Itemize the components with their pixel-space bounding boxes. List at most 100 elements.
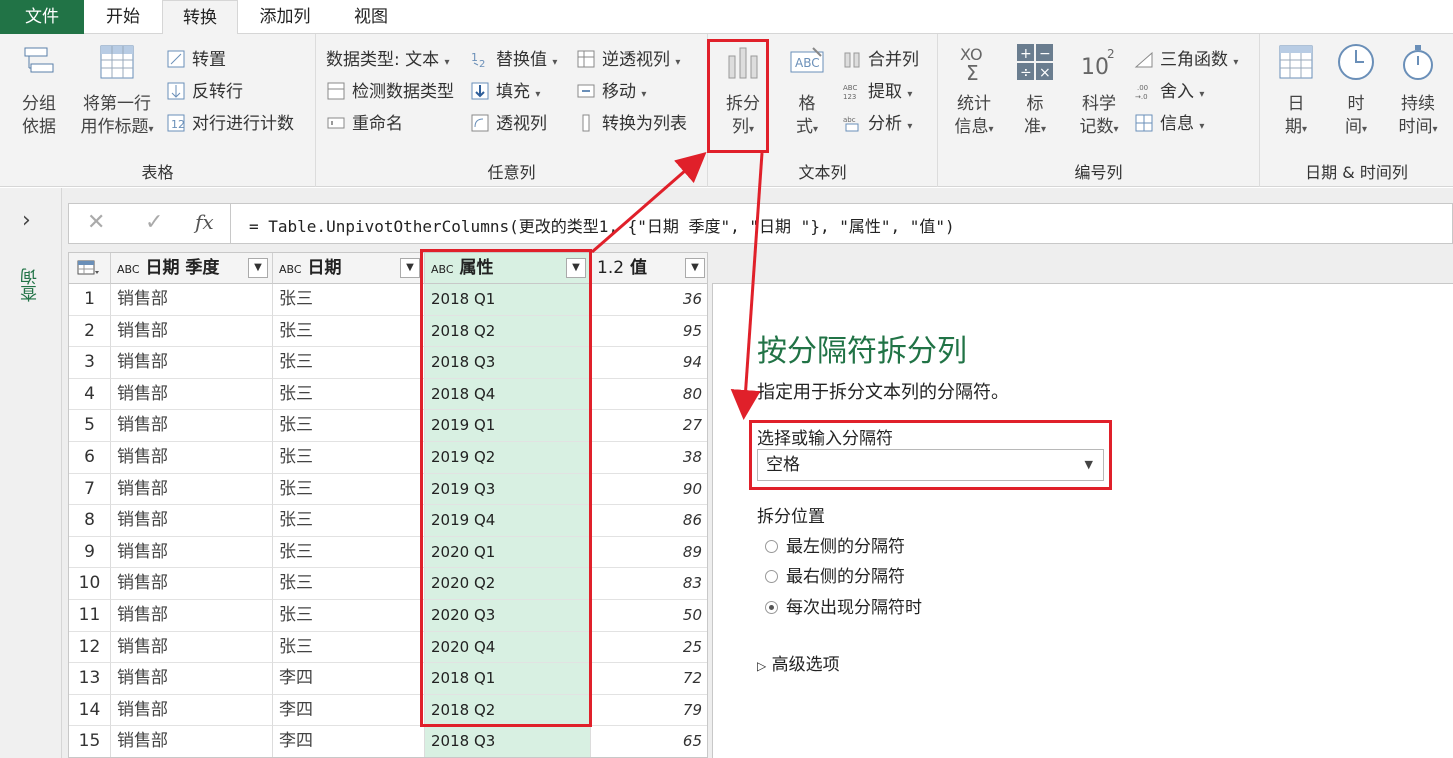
cell-value[interactable]: 38 <box>591 442 707 474</box>
row-number[interactable]: 3 <box>69 347 111 379</box>
merge-columns-button[interactable]: 合并列 <box>842 46 919 74</box>
cell-date[interactable]: 张三 <box>273 442 425 474</box>
cell-value[interactable]: 90 <box>591 474 707 506</box>
tab-transform[interactable]: 转换 <box>162 0 238 35</box>
row-number[interactable]: 2 <box>69 315 111 348</box>
row-number[interactable]: 8 <box>69 505 111 537</box>
data-type-dropdown[interactable]: 数据类型: 文本 ▾ <box>326 46 450 74</box>
cell-date-quarter[interactable]: 销售部 <box>111 284 273 316</box>
radio-each-occurrence[interactable]: 每次出现分隔符时 <box>765 593 922 618</box>
cell-value[interactable]: 80 <box>591 379 707 411</box>
tab-view[interactable]: 视图 <box>332 0 410 34</box>
column-header-attribute[interactable]: ABC 属性 ▼ <box>425 253 591 284</box>
cell-date[interactable]: 张三 <box>273 347 425 379</box>
count-rows-button[interactable]: 12 对行进行计数 <box>166 110 294 138</box>
cell-attribute[interactable]: 2018 Q2 <box>425 694 591 727</box>
row-number[interactable]: 12 <box>69 631 111 664</box>
row-number[interactable]: 11 <box>69 600 111 632</box>
cell-date[interactable]: 张三 <box>273 568 425 600</box>
filter-dropdown-icon[interactable]: ▼ <box>248 258 268 278</box>
cell-date[interactable]: 张三 <box>273 378 425 411</box>
reverse-rows-button[interactable]: 反转行 <box>166 78 243 106</box>
fill-button[interactable]: 填充 ▾ <box>470 78 540 106</box>
cell-date[interactable]: 张三 <box>273 315 425 348</box>
transpose-button[interactable]: 转置 <box>166 46 226 74</box>
column-header-date[interactable]: ABC 日期 ▼ <box>273 253 425 284</box>
cell-date-quarter[interactable]: 销售部 <box>111 410 273 442</box>
queries-pane-label[interactable]: 查询 <box>18 268 44 302</box>
cell-value[interactable]: 72 <box>591 663 707 695</box>
tab-home[interactable]: 开始 <box>84 0 162 34</box>
tab-add-column[interactable]: 添加列 <box>238 0 332 34</box>
cell-date-quarter[interactable]: 销售部 <box>111 347 273 379</box>
cell-date-quarter[interactable]: 销售部 <box>111 694 273 727</box>
move-button[interactable]: 移动 ▾ <box>576 78 646 106</box>
row-number[interactable]: 13 <box>69 663 111 695</box>
cell-attribute[interactable]: 2018 Q3 <box>425 726 591 757</box>
fx-icon[interactable]: fx <box>195 210 214 234</box>
cell-attribute[interactable]: 2018 Q1 <box>425 284 591 316</box>
extract-button[interactable]: ABC 123 提取 ▾ <box>842 78 912 106</box>
cell-attribute[interactable]: 2019 Q2 <box>425 442 591 474</box>
cell-attribute[interactable]: 2020 Q2 <box>425 568 591 600</box>
row-number[interactable]: 6 <box>69 442 111 474</box>
group-by-button[interactable]: 分组 依据 <box>10 42 68 139</box>
date-button[interactable]: 日 期▾ <box>1270 42 1322 141</box>
cell-attribute[interactable]: 2019 Q4 <box>425 505 591 537</box>
cell-date-quarter[interactable]: 销售部 <box>111 442 273 474</box>
split-column-button[interactable]: 拆分 列▾ <box>714 42 772 141</box>
cancel-icon[interactable]: ✕ <box>87 210 105 235</box>
delimiter-select[interactable]: 空格 ▼ <box>757 449 1104 481</box>
cell-attribute[interactable]: 2019 Q1 <box>425 410 591 442</box>
cell-date[interactable]: 李四 <box>273 726 425 757</box>
cell-value[interactable]: 83 <box>591 568 707 600</box>
cell-date-quarter[interactable]: 销售部 <box>111 315 273 348</box>
row-number[interactable]: 5 <box>69 410 111 442</box>
trig-button[interactable]: 三角函数 ▾ <box>1134 46 1238 74</box>
time-button[interactable]: 时 间▾ <box>1330 42 1382 141</box>
use-first-row-button[interactable]: 将第一行 用作标题▾ <box>72 42 162 141</box>
radio-rightmost[interactable]: 最右侧的分隔符 <box>765 562 905 587</box>
duration-button[interactable]: 持续 时间▾ <box>1388 42 1448 141</box>
filter-dropdown-icon[interactable]: ▼ <box>400 258 420 278</box>
cell-date[interactable]: 张三 <box>273 410 425 442</box>
cell-value[interactable]: 79 <box>591 695 707 727</box>
detect-type-button[interactable]: 检测数据类型 <box>326 78 454 106</box>
cell-date[interactable]: 张三 <box>273 600 425 632</box>
cell-date-quarter[interactable]: 销售部 <box>111 600 273 632</box>
cell-value[interactable]: 50 <box>591 600 707 632</box>
parse-button[interactable]: abc 分析 ▾ <box>842 110 912 138</box>
cell-date[interactable]: 张三 <box>273 473 425 506</box>
cell-date-quarter[interactable]: 销售部 <box>111 473 273 506</box>
format-button[interactable]: ABC 格 式▾ <box>780 42 834 141</box>
expand-chevron-icon[interactable]: › <box>22 208 31 233</box>
radio-leftmost[interactable]: 最左侧的分隔符 <box>765 532 905 557</box>
cell-attribute[interactable]: 2018 Q3 <box>425 347 591 379</box>
cell-date[interactable]: 张三 <box>273 536 425 569</box>
cell-attribute[interactable]: 2020 Q4 <box>425 631 591 664</box>
cell-value[interactable]: 86 <box>591 505 707 537</box>
cell-attribute[interactable]: 2020 Q3 <box>425 600 591 632</box>
cell-date-quarter[interactable]: 销售部 <box>111 568 273 600</box>
cell-attribute[interactable]: 2019 Q3 <box>425 473 591 506</box>
column-header-date-quarter[interactable]: ABC 日期 季度 ▼ <box>111 253 273 284</box>
cell-value[interactable]: 65 <box>591 726 707 757</box>
cell-value[interactable]: 94 <box>591 347 707 379</box>
cell-date-quarter[interactable]: 销售部 <box>111 726 273 757</box>
cell-value[interactable]: 89 <box>591 537 707 569</box>
rounding-button[interactable]: .00 →.0 舍入 ▾ <box>1134 78 1204 106</box>
cell-value[interactable]: 95 <box>591 316 707 348</box>
table-menu-header[interactable] <box>69 253 111 284</box>
cell-date-quarter[interactable]: 销售部 <box>111 505 273 537</box>
row-number[interactable]: 4 <box>69 378 111 411</box>
cell-attribute[interactable]: 2018 Q4 <box>425 378 591 411</box>
confirm-icon[interactable]: ✓ <box>145 210 163 235</box>
information-button[interactable]: 信息 ▾ <box>1134 110 1204 138</box>
cell-value[interactable]: 36 <box>591 284 707 316</box>
row-number[interactable]: 15 <box>69 726 111 757</box>
advanced-options-toggle[interactable]: ▷ 高级选项 <box>757 650 840 675</box>
formula-input[interactable]: = Table.UnpivotOtherColumns(更改的类型1, {"日期… <box>249 213 955 237</box>
cell-attribute[interactable]: 2018 Q2 <box>425 315 591 348</box>
cell-date-quarter[interactable]: 销售部 <box>111 378 273 411</box>
row-number[interactable]: 14 <box>69 694 111 727</box>
